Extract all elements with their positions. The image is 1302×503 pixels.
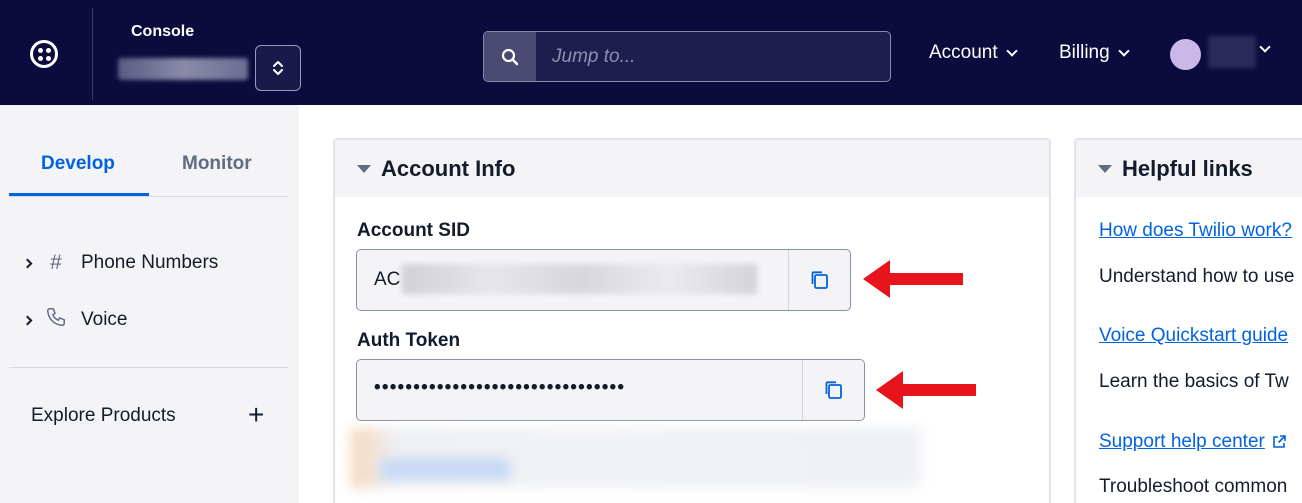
tab-divider (9, 196, 288, 197)
user-menu-toggle[interactable] (1259, 41, 1271, 53)
user-name-redacted (1208, 36, 1256, 68)
link-voice-quickstart[interactable]: Voice Quickstart guide (1099, 325, 1288, 347)
auth-token-field[interactable]: •••••••••••••••••••••••••••••••• (356, 359, 865, 421)
search-icon[interactable] (484, 32, 536, 81)
header-divider (92, 8, 93, 100)
chevron-down-icon (1005, 44, 1018, 57)
account-sid-field[interactable]: AC (356, 249, 851, 311)
tab-develop[interactable]: Develop (41, 153, 115, 175)
billing-menu-label: Billing (1059, 42, 1110, 63)
chevron-down-icon (1259, 41, 1271, 53)
billing-menu[interactable]: Billing (1059, 42, 1130, 64)
panel-title: Helpful links (1122, 155, 1253, 181)
account-name-redacted (118, 58, 248, 80)
sidebar: Develop Monitor # Phone Numbers Voice Ex… (0, 105, 299, 503)
account-menu-label: Account (929, 42, 998, 63)
auth-token-masked: •••••••••••••••••••••••••••••••• (374, 377, 626, 398)
account-switcher-button[interactable] (255, 45, 301, 91)
chevron-right-icon (22, 315, 33, 325)
collapse-triangle-icon (1098, 164, 1112, 173)
annotation-arrow-icon (863, 260, 963, 298)
external-link-icon (1273, 435, 1286, 448)
account-info-header[interactable]: Account Info (335, 140, 1049, 197)
top-navigation-bar: Console Account Billing (0, 0, 1302, 105)
chevron-right-icon (22, 258, 33, 268)
account-sid-prefix: AC (374, 269, 401, 290)
copy-token-button[interactable] (802, 360, 864, 420)
collapse-triangle-icon (357, 164, 371, 173)
copy-icon (811, 271, 828, 289)
explore-products-link[interactable]: Explore Products (31, 405, 176, 427)
sidebar-item-voice[interactable]: Voice (22, 306, 128, 334)
phone-icon (45, 306, 67, 334)
redacted-link (380, 458, 510, 480)
copy-icon (825, 381, 842, 399)
helpful-links-header[interactable]: Helpful links (1076, 140, 1302, 197)
tab-monitor[interactable]: Monitor (182, 153, 252, 175)
auth-token-label: Auth Token (357, 330, 461, 351)
twilio-logo-icon[interactable] (30, 40, 58, 68)
link-description: Troubleshoot common (1099, 476, 1288, 497)
copy-sid-button[interactable] (788, 250, 850, 310)
hash-icon: # (50, 251, 62, 274)
link-support-help-center[interactable]: Support help center (1099, 431, 1287, 453)
account-menu[interactable]: Account (929, 42, 1018, 64)
jump-to-search[interactable] (483, 31, 891, 82)
panel-title: Account Info (381, 155, 516, 181)
chevron-up-down-icon (273, 61, 283, 75)
sidebar-item-label: Voice (81, 309, 128, 330)
link-description: Understand how to use (1099, 266, 1295, 287)
sidebar-item-label: Phone Numbers (81, 252, 219, 273)
sidebar-divider (9, 367, 288, 368)
link-how-twilio-works[interactable]: How does Twilio work? (1099, 220, 1292, 242)
annotation-arrow-icon (876, 371, 976, 409)
search-input[interactable] (536, 32, 890, 81)
active-tab-indicator (9, 193, 149, 196)
chevron-down-icon (1118, 44, 1130, 57)
account-sid-redacted (402, 264, 757, 294)
link-description: Learn the basics of Tw (1099, 371, 1289, 392)
account-sid-label: Account SID (357, 220, 470, 241)
sidebar-item-phone-numbers[interactable]: # Phone Numbers (22, 251, 219, 275)
console-label: Console (131, 23, 195, 40)
link-label: Support help center (1099, 431, 1265, 452)
user-avatar[interactable] (1170, 39, 1201, 70)
helpful-links-panel: Helpful links How does Twilio work? Unde… (1074, 138, 1302, 503)
plus-icon[interactable]: + (248, 401, 264, 429)
